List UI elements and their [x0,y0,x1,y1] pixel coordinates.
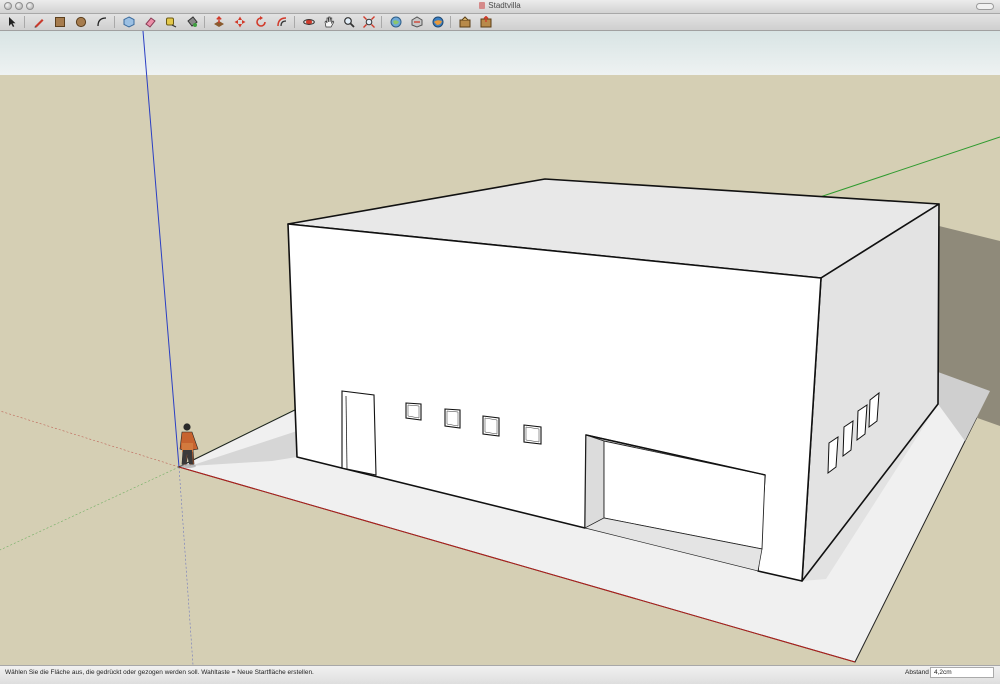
status-bar: Wählen Sie die Fläche aus, die gedrückt … [0,665,1000,684]
status-message: Wählen Sie die Fläche aus, die gedrückt … [5,669,314,676]
toolbar-toggle-button[interactable] [976,3,994,10]
pan-hand-icon[interactable] [321,14,337,30]
rectangle-icon[interactable] [52,14,68,30]
toolbar-separator [381,16,382,28]
offset-icon[interactable] [274,14,290,30]
measurement-value: 4,2cm [934,669,952,676]
front-window-4[interactable] [523,424,542,445]
move-icon[interactable] [232,14,248,30]
toolbar-separator [294,16,295,28]
window-title: Stadtvilla [488,1,521,10]
3d-warehouse-icon[interactable] [388,14,404,30]
select-arrow-icon[interactable] [4,14,20,30]
front-window-2[interactable] [444,408,461,429]
circle-icon[interactable] [73,14,89,30]
window-title-wrap: Stadtvilla [0,1,1000,10]
paint-bucket-icon[interactable] [184,14,200,30]
make-component-icon[interactable] [121,14,137,30]
green-axis-far [819,136,1000,198]
arc-icon[interactable] [94,14,110,30]
blue-axis-hidden [178,466,194,666]
zoom-extents-icon[interactable] [361,14,377,30]
front-window-1[interactable] [405,402,422,421]
rotate-icon[interactable] [253,14,269,30]
red-axis-hidden [0,410,180,468]
push-pull-icon[interactable] [211,14,227,30]
model-viewport[interactable] [0,30,1000,666]
get-models-icon[interactable] [457,14,473,30]
toolbar [0,14,1000,31]
share-model-icon[interactable] [409,14,425,30]
share-component-icon[interactable] [478,14,494,30]
pencil-line-icon[interactable] [31,14,47,30]
toolbar-separator [204,16,205,28]
green-axis-hidden [0,466,180,551]
front-window-3[interactable] [482,415,500,437]
measurement-label: Abstand [905,669,929,676]
tape-measure-icon[interactable] [163,14,179,30]
measurement-input[interactable]: 4,2cm [930,667,994,678]
title-bar: Stadtvilla [0,0,1000,14]
document-icon [479,2,486,9]
toolbar-separator [450,16,451,28]
eraser-icon[interactable] [142,14,158,30]
google-earth-icon[interactable] [430,14,446,30]
zoom-icon[interactable] [341,14,357,30]
garage-side-wall [584,434,605,529]
blue-axis [142,30,180,468]
scene-canvas[interactable] [0,30,1000,666]
toolbar-separator [114,16,115,28]
orbit-icon[interactable] [301,14,317,30]
toolbar-separator [24,16,25,28]
